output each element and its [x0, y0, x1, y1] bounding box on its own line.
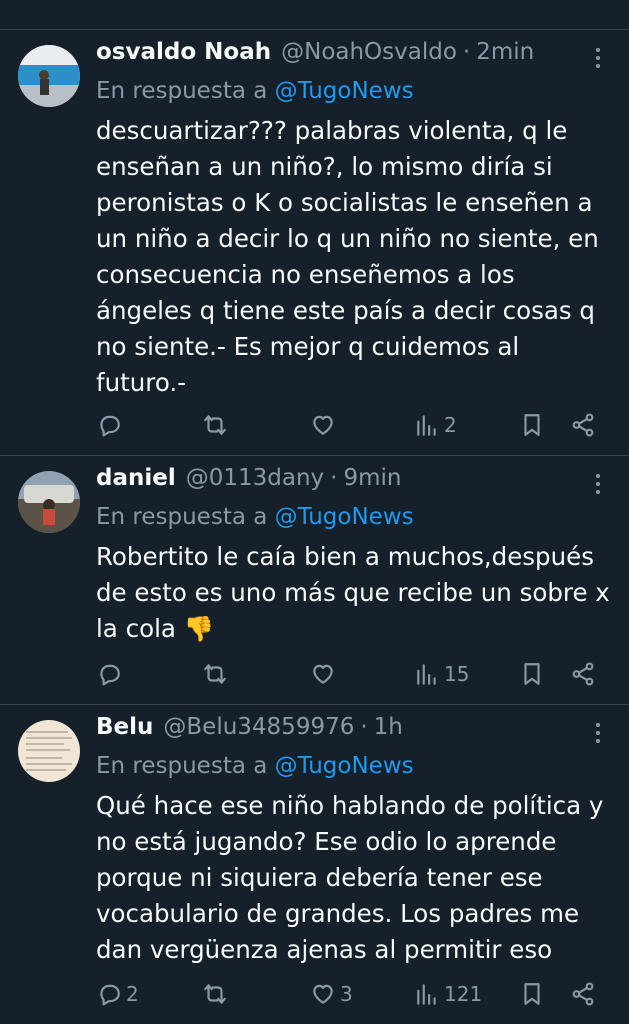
tweet-text: descuartizar??? palabras violenta, q le …	[96, 113, 611, 401]
tweet-text: Qué hace ese niño hablando de política y…	[96, 788, 611, 968]
bookmark-button[interactable]	[519, 405, 545, 445]
timestamp[interactable]: 2min	[476, 39, 534, 65]
reply-count: 2	[126, 982, 139, 1006]
share-button[interactable]	[570, 974, 596, 1014]
views-button[interactable]: 15	[414, 654, 469, 694]
tweet[interactable]: osvaldo Noah @NoahOsvaldo · 2min En resp…	[0, 31, 629, 456]
more-icon[interactable]	[585, 718, 611, 748]
text-line: no siente.- Es mejor q cuidemos al	[96, 332, 520, 361]
views-button[interactable]: 2	[414, 405, 457, 445]
like-icon	[313, 984, 333, 1004]
more-icon[interactable]	[585, 469, 611, 499]
retweet-button[interactable]	[202, 654, 232, 694]
views-icon	[417, 984, 436, 1005]
text-line: futuro.-	[96, 368, 187, 397]
separator-dot: ·	[330, 465, 338, 491]
retweet-button[interactable]	[202, 974, 232, 1014]
text-line: vocabulario de grandes. Los padres me	[96, 899, 580, 928]
bookmark-icon	[524, 663, 540, 685]
views-count: 15	[444, 662, 470, 686]
separator-dot: ·	[462, 39, 471, 65]
text-line: enseñan a un niño?, lo mismo diría si	[96, 152, 553, 181]
reply-button[interactable]	[96, 405, 126, 445]
reply-prefix: En respuesta a	[96, 78, 268, 104]
like-button[interactable]	[310, 405, 340, 445]
more-icon[interactable]	[585, 43, 611, 73]
like-button[interactable]	[310, 654, 340, 694]
reply-to-link[interactable]: @TugoNews	[275, 78, 414, 104]
reply-button[interactable]	[96, 654, 126, 694]
share-icon	[572, 662, 594, 686]
timestamp[interactable]: 9min	[343, 465, 401, 491]
reply-icon	[100, 415, 120, 437]
share-button[interactable]	[570, 405, 596, 445]
text-line: consecuencia no enseñemos a los	[96, 260, 515, 289]
text-line: la cola 👎	[96, 614, 215, 643]
bookmark-icon	[524, 983, 540, 1005]
views-count: 2	[444, 413, 457, 437]
views-count: 121	[444, 982, 483, 1006]
reply-context: En respuesta a @TugoNews	[96, 748, 611, 784]
bookmark-button[interactable]	[519, 654, 545, 694]
retweet-icon	[204, 984, 226, 1004]
display-name[interactable]: Belu	[96, 714, 153, 740]
text-line: peronistas o K o socialistas le enseñen …	[96, 188, 593, 217]
reply-context: En respuesta a @TugoNews	[96, 499, 611, 535]
text-line: porque ni siquiera debería tener ese	[96, 863, 543, 892]
like-icon	[313, 415, 333, 435]
bookmark-button[interactable]	[519, 974, 545, 1014]
reply-icon	[100, 984, 120, 1006]
retweet-icon	[204, 415, 226, 435]
tweet[interactable]: daniel @0113dany · 9min En respuesta a @…	[0, 457, 629, 705]
views-icon	[417, 664, 436, 685]
user-handle[interactable]: @Belu34859976	[163, 714, 354, 740]
tweet-text: Robertito le caía bien a muchos,después …	[96, 539, 611, 647]
user-handle[interactable]: @0113dany	[186, 465, 324, 491]
like-count: 3	[340, 982, 353, 1006]
share-icon	[572, 982, 594, 1006]
reply-to-link[interactable]: @TugoNews	[275, 753, 414, 779]
like-icon	[313, 664, 333, 684]
separator-dot: ·	[360, 714, 368, 740]
display-name[interactable]: osvaldo Noah	[96, 39, 271, 65]
text-line: descuartizar??? palabras violenta, q le	[96, 116, 568, 145]
avatar[interactable]	[18, 471, 80, 533]
text-line: de esto es uno más que recibe un sobre x	[96, 578, 610, 607]
display-name[interactable]: daniel	[96, 465, 176, 491]
avatar[interactable]	[18, 720, 80, 782]
text-line: Robertito le caía bien a muchos,después	[96, 542, 594, 571]
reply-prefix: En respuesta a	[96, 753, 268, 779]
text-line: no está jugando? Ese odio lo aprende	[96, 827, 557, 856]
reply-to-link[interactable]: @TugoNews	[275, 504, 414, 530]
top-divider	[0, 0, 629, 30]
share-icon	[572, 413, 594, 437]
bookmark-icon	[524, 414, 540, 436]
reply-context: En respuesta a @TugoNews	[96, 73, 611, 109]
retweet-icon	[204, 664, 226, 684]
text-line: dan vergüenza ajenas al permitir eso	[96, 935, 553, 964]
views-button[interactable]: 121	[414, 974, 482, 1014]
user-handle[interactable]: @NoahOsvaldo	[281, 39, 457, 65]
reply-button[interactable]: 2	[96, 974, 139, 1014]
text-line: Qué hace ese niño hablando de política y	[96, 791, 604, 820]
avatar[interactable]	[18, 45, 80, 107]
timestamp[interactable]: 1h	[374, 714, 403, 740]
text-line: ángeles q tiene este país a decir cosas …	[96, 296, 595, 325]
views-icon	[417, 415, 436, 436]
retweet-button[interactable]	[202, 405, 232, 445]
text-line: un niño a decir lo q un niño no siente, …	[96, 224, 599, 253]
share-button[interactable]	[570, 654, 596, 694]
tweet[interactable]: Belu @Belu34859976 · 1h En respuesta a @…	[0, 706, 629, 1024]
like-button[interactable]: 3	[310, 974, 353, 1014]
reply-prefix: En respuesta a	[96, 504, 268, 530]
reply-icon	[100, 664, 120, 686]
